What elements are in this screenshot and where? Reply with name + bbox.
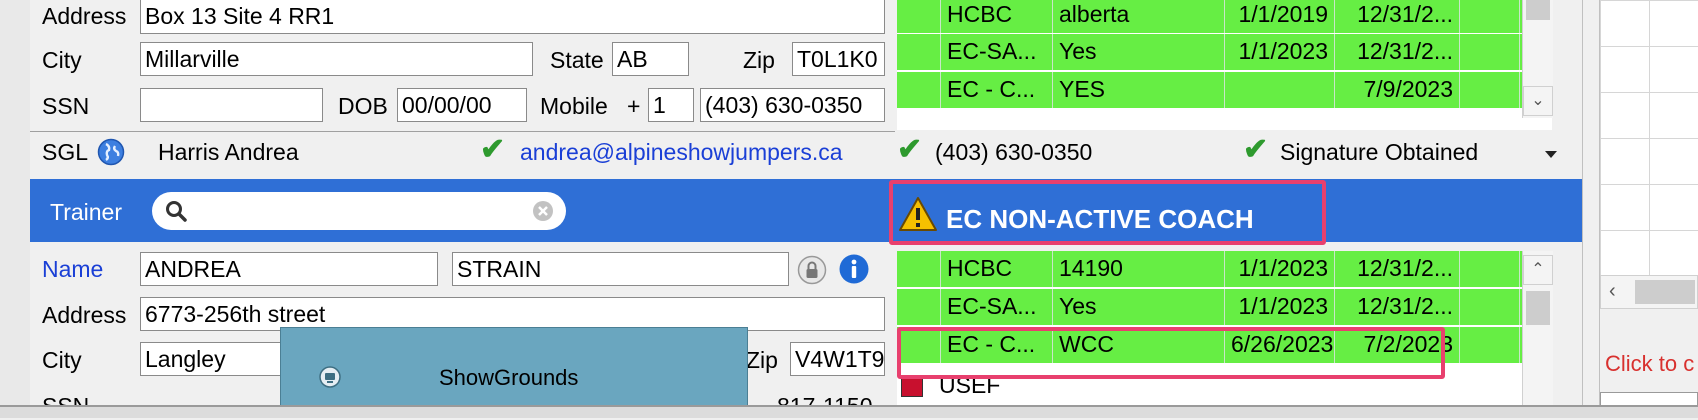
ec-coach-row-highlight xyxy=(897,327,1445,379)
membership-end: 12/31/2... xyxy=(1335,251,1460,287)
membership-number: Yes xyxy=(1053,34,1225,70)
trainer-last-name-field[interactable]: STRAIN xyxy=(452,252,789,286)
clear-search-icon[interactable] xyxy=(532,200,554,228)
trainer-name-label: Name xyxy=(42,256,104,282)
signature-check-icon: ✔ xyxy=(1243,133,1269,166)
membership-end: 12/31/2... xyxy=(1335,34,1460,70)
owner-dob-label: DOB xyxy=(338,93,388,119)
owner-dob-field[interactable]: 00/00/00 xyxy=(397,88,527,122)
trainer-address-label: Address xyxy=(42,302,127,328)
membership-end: 12/31/2... xyxy=(1335,289,1460,325)
owner-zip-label: Zip xyxy=(743,47,775,73)
owner-address-label: Address xyxy=(42,3,127,29)
owner-mobile-plus: + xyxy=(627,93,641,119)
click-to-text[interactable]: Click to c xyxy=(1605,350,1694,378)
signature-status: Signature Obtained xyxy=(1280,139,1479,165)
scroll-down-button[interactable]: ⌄ xyxy=(1523,86,1553,116)
trainer-first-name-field[interactable]: ANDREA xyxy=(140,252,438,286)
owner-mobile-code-field[interactable]: 1 xyxy=(648,88,694,122)
sgl-email-link[interactable]: andrea@alpineshowjumpers.ca xyxy=(520,138,843,166)
right-horizontal-scrollbar[interactable]: ‹ xyxy=(1600,275,1698,309)
owner-state-field[interactable]: AB xyxy=(612,42,689,76)
owner-city-field[interactable]: Millarville xyxy=(140,42,533,76)
membership-start xyxy=(1225,72,1335,108)
owner-state-label: State xyxy=(550,47,604,73)
owner-membership-grid: HCBC alberta 1/1/2019 12/31/2... EC-SA..… xyxy=(897,0,1553,130)
email-verified-check-icon: ✔ xyxy=(480,133,506,166)
window-divider xyxy=(1582,0,1600,418)
globe-icon[interactable] xyxy=(97,138,125,166)
trainer-address-field[interactable]: 6773-256th street xyxy=(140,297,885,331)
membership-start: 1/1/2019 xyxy=(1225,0,1335,33)
owner-mobile-field[interactable]: (403) 630-0350 xyxy=(700,88,885,122)
owner-grid-scrollbar[interactable]: ⌄ xyxy=(1522,0,1553,118)
trainer-zip-label: Zip xyxy=(746,347,778,373)
scroll-up-button[interactable]: ⌃ xyxy=(1523,255,1553,285)
table-row[interactable]: HCBC 14190 1/1/2023 12/31/2... xyxy=(897,251,1552,287)
membership-start: 1/1/2023 xyxy=(1225,34,1335,70)
scroll-left-icon[interactable]: ‹ xyxy=(1609,280,1616,303)
phone-verified-check-icon: ✔ xyxy=(897,133,923,166)
table-row[interactable]: EC-SA... Yes 1/1/2023 12/31/2... xyxy=(897,289,1552,325)
left-window-edge xyxy=(0,0,31,418)
membership-org: EC-SA... xyxy=(941,34,1053,70)
scrollbar-thumb[interactable] xyxy=(1526,0,1550,20)
table-row[interactable]: EC - C... YES 7/9/2023 xyxy=(897,72,1552,108)
trainer-label: Trainer xyxy=(50,199,122,225)
membership-end: 12/31/2... xyxy=(1335,0,1460,33)
trainer-grid-scrollbar[interactable]: ⌃ xyxy=(1522,251,1553,418)
sgl-label: SGL xyxy=(42,139,89,165)
trainer-city-label: City xyxy=(42,347,82,373)
owner-ssn-field[interactable] xyxy=(140,88,323,122)
membership-end: 7/9/2023 xyxy=(1335,72,1460,108)
showgrounds-app-icon xyxy=(319,366,341,394)
caret-down-icon[interactable] xyxy=(1545,151,1557,158)
info-icon[interactable] xyxy=(838,253,870,291)
owner-ssn-label: SSN xyxy=(42,93,90,119)
lock-icon[interactable] xyxy=(797,255,827,291)
trainer-zip-field[interactable]: V4W1T9 xyxy=(790,342,885,376)
warning-highlight xyxy=(889,180,1326,245)
window-bottom-edge xyxy=(0,405,1698,418)
membership-org: HCBC xyxy=(941,0,1053,33)
membership-org: EC-SA... xyxy=(941,289,1053,325)
popup-title: ShowGrounds xyxy=(439,365,579,390)
trainer-search-input[interactable] xyxy=(152,192,566,230)
membership-number: 14190 xyxy=(1053,251,1225,287)
owner-mobile-label: Mobile xyxy=(540,93,608,119)
scrollbar-thumb[interactable] xyxy=(1635,280,1695,304)
membership-org: EC - C... xyxy=(941,72,1053,108)
sgl-phone: (403) 630-0350 xyxy=(935,139,1093,165)
owner-city-label: City xyxy=(42,47,82,73)
membership-org: HCBC xyxy=(941,251,1053,287)
table-row[interactable]: HCBC alberta 1/1/2019 12/31/2... xyxy=(897,0,1552,33)
membership-number: YES xyxy=(1053,72,1225,108)
membership-start: 1/1/2023 xyxy=(1225,251,1335,287)
membership-number: Yes xyxy=(1053,289,1225,325)
owner-zip-field[interactable]: T0L1K0 xyxy=(792,42,885,76)
scrollbar-thumb[interactable] xyxy=(1526,291,1550,325)
membership-number: alberta xyxy=(1053,0,1225,33)
table-row[interactable]: EC-SA... Yes 1/1/2023 12/31/2... xyxy=(897,34,1552,70)
owner-address-field[interactable]: Box 13 Site 4 RR1 xyxy=(140,0,885,34)
trainer-city-field[interactable]: Langley xyxy=(140,342,300,376)
right-grid-panel xyxy=(1600,0,1698,275)
sgl-name: Harris Andrea xyxy=(158,139,299,165)
membership-start: 1/1/2023 xyxy=(1225,289,1335,325)
search-icon xyxy=(164,199,188,229)
divider xyxy=(30,131,895,132)
